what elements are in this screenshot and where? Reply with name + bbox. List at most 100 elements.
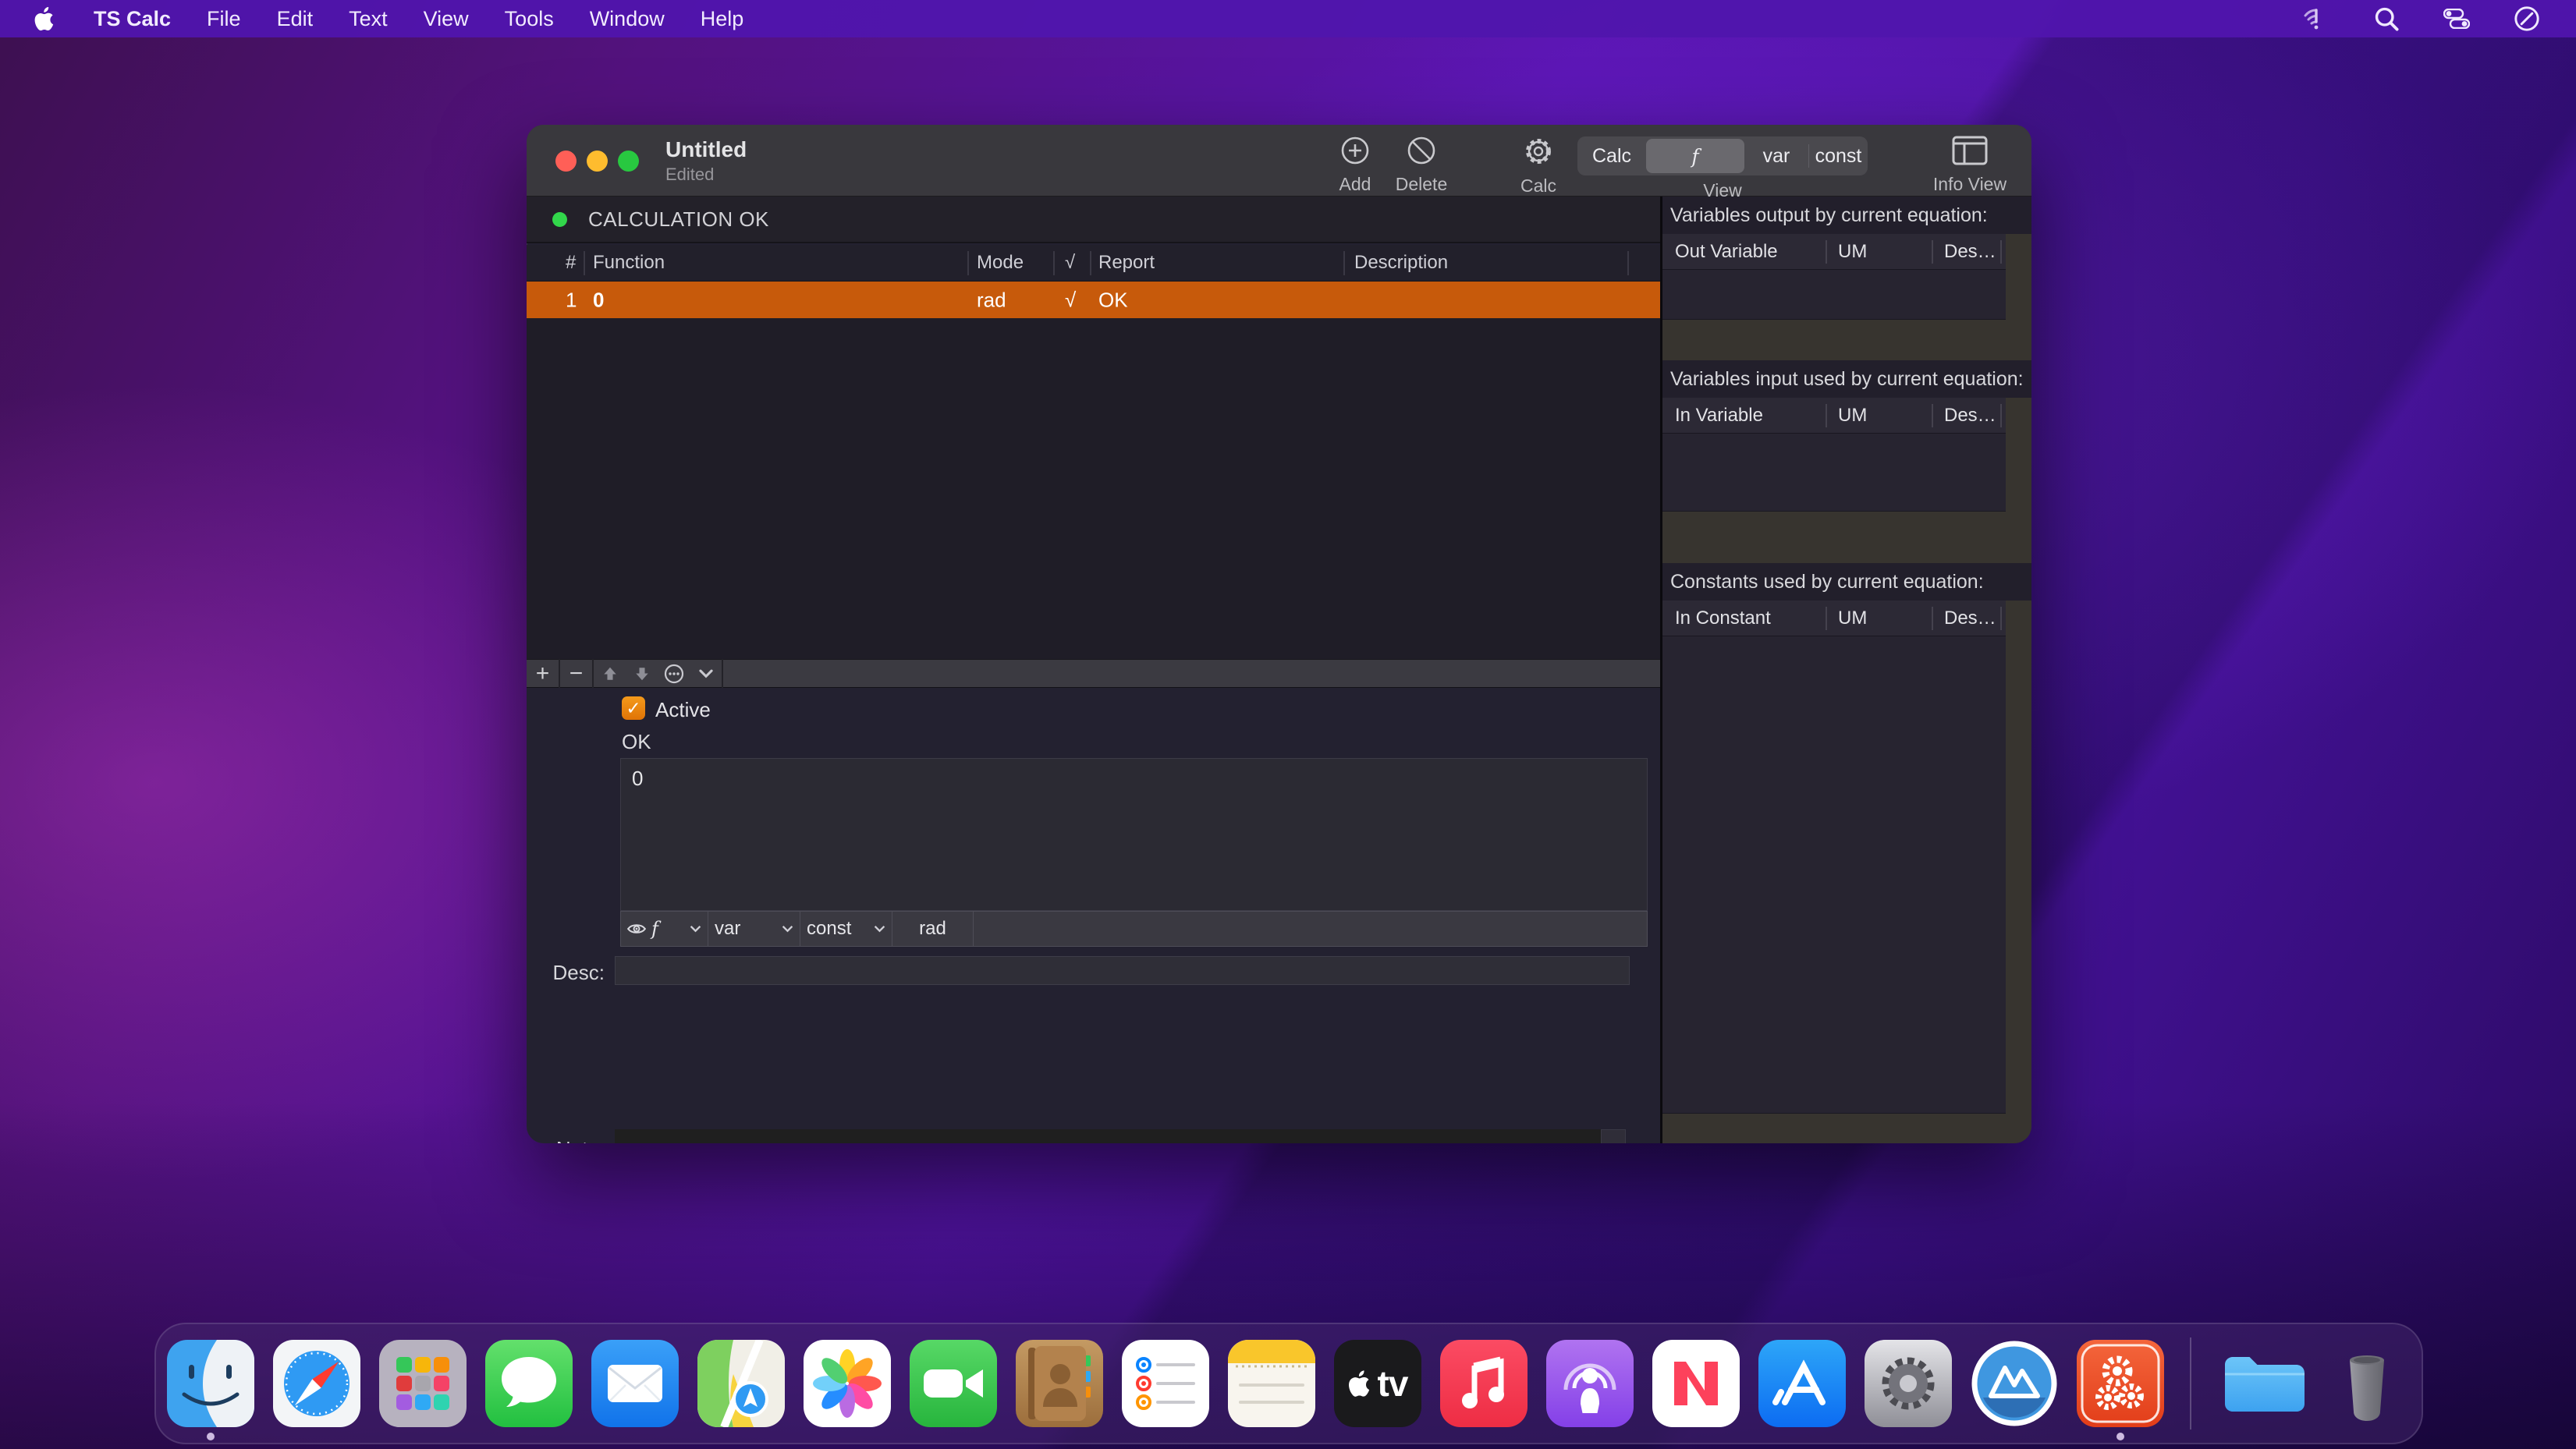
dock-item-photos[interactable] — [804, 1340, 891, 1427]
col-header-function[interactable]: Function — [593, 252, 665, 274]
dock-item-ts-calc[interactable] — [2077, 1340, 2164, 1427]
segment-const[interactable]: const — [1809, 136, 1868, 175]
zoom-button[interactable] — [618, 151, 639, 172]
note-textarea[interactable] — [615, 1129, 1601, 1143]
dock-item-mail[interactable] — [591, 1340, 679, 1427]
more-actions-button[interactable] — [658, 659, 690, 688]
dock-item-messages[interactable] — [485, 1340, 573, 1427]
function-table-header: # Function Mode √ Report Description — [527, 245, 1660, 282]
calc-button[interactable]: Calc — [1492, 135, 1585, 197]
active-checkbox[interactable]: ✓ — [622, 696, 645, 720]
col-header-report[interactable]: Report — [1098, 252, 1155, 274]
col-des[interactable]: Des… — [1944, 608, 1996, 629]
clock-icon[interactable] — [2514, 5, 2540, 32]
segment-var[interactable]: var — [1744, 136, 1808, 175]
column-divider — [1932, 607, 1933, 630]
dock-item-apple-tv[interactable]: tv — [1334, 1340, 1421, 1427]
col-in-variable[interactable]: In Variable — [1675, 405, 1763, 427]
status-ok-dot-icon — [552, 212, 567, 227]
const-select-value: const — [807, 918, 851, 940]
var-select-value: var — [715, 918, 740, 940]
col-um[interactable]: UM — [1838, 405, 1867, 427]
column-divider — [2000, 404, 2002, 427]
out-variables-heading: Variables output by current equation: — [1662, 197, 2031, 234]
function-insert-select[interactable]: f — [620, 911, 708, 947]
calculation-status-bar: CALCULATION OK — [527, 197, 1660, 243]
col-header-check[interactable]: √ — [1065, 252, 1075, 274]
column-divider — [2000, 240, 2002, 264]
actions-chevron-down-icon[interactable] — [690, 659, 722, 688]
equation-list-toolbar: + − — [527, 659, 1660, 688]
calculation-status-text: CALCULATION OK — [588, 207, 769, 232]
chevron-down-icon — [690, 925, 701, 933]
add-row-button[interactable]: + — [527, 659, 559, 688]
col-header-mode[interactable]: Mode — [977, 252, 1024, 274]
constants-body — [1662, 636, 2006, 1114]
menu-item-file[interactable]: File — [207, 7, 241, 31]
info-view-button[interactable]: Info View — [1911, 135, 2028, 195]
dock-item-system-settings[interactable] — [1865, 1340, 1952, 1427]
col-in-constant[interactable]: In Constant — [1675, 608, 1771, 629]
expression-input[interactable]: 0 — [620, 758, 1648, 911]
col-des[interactable]: Des… — [1944, 241, 1996, 263]
column-divider — [1826, 404, 1827, 427]
segment-f-selected[interactable]: f — [1646, 139, 1744, 173]
menu-item-window[interactable]: Window — [590, 7, 665, 31]
active-label: Active — [655, 698, 711, 722]
dock-item-reminders[interactable] — [1122, 1340, 1209, 1427]
dock-item-maps[interactable] — [697, 1340, 785, 1427]
dock-item-mountain-app[interactable] — [1971, 1340, 2058, 1427]
table-row-selected[interactable]: 1 0 rad √ OK — [527, 282, 1660, 318]
menu-item-view[interactable]: View — [424, 7, 469, 31]
remove-row-button[interactable]: − — [560, 659, 592, 688]
col-header-description[interactable]: Description — [1354, 252, 1448, 274]
angle-mode-button[interactable]: rad — [892, 911, 974, 947]
col-des[interactable]: Des… — [1944, 405, 1996, 427]
desc-input[interactable] — [615, 956, 1630, 985]
control-center-icon[interactable] — [2443, 5, 2470, 32]
menu-item-text[interactable]: Text — [349, 7, 388, 31]
variable-insert-select[interactable]: var — [708, 911, 800, 947]
chevron-down-icon — [782, 925, 793, 933]
equation-editor: ✓ Active OK 0 f var const rad — [527, 688, 1660, 1143]
dock-item-contacts[interactable] — [1016, 1340, 1103, 1427]
dock-item-facetime[interactable] — [910, 1340, 997, 1427]
menu-app-name[interactable]: TS Calc — [94, 7, 171, 31]
dock-item-news[interactable] — [1652, 1340, 1740, 1427]
menu-item-edit[interactable]: Edit — [277, 7, 314, 31]
menu-item-help[interactable]: Help — [701, 7, 744, 31]
col-out-variable[interactable]: Out Variable — [1675, 241, 1778, 263]
insert-selectors-row: f var const rad — [620, 911, 1648, 947]
col-um[interactable]: UM — [1838, 241, 1867, 263]
dock-item-finder[interactable] — [167, 1340, 254, 1427]
segment-calc[interactable]: Calc — [1577, 136, 1646, 175]
dock-item-launchpad[interactable] — [379, 1340, 467, 1427]
delete-label: Delete — [1396, 174, 1447, 195]
title-bar[interactable]: Untitled Edited Add Delete Calc Calc f v… — [527, 125, 2031, 197]
col-header-num[interactable]: # — [566, 252, 576, 274]
menu-item-tools[interactable]: Tools — [505, 7, 554, 31]
dock-item-trash[interactable] — [2323, 1340, 2411, 1427]
column-divider — [1932, 404, 1933, 427]
dock-item-notes[interactable] — [1228, 1340, 1315, 1427]
move-up-button[interactable] — [594, 659, 626, 688]
constant-insert-select[interactable]: const — [800, 911, 892, 947]
search-icon[interactable] — [2373, 5, 2400, 32]
move-down-button[interactable] — [626, 659, 658, 688]
ts-calc-window: Untitled Edited Add Delete Calc Calc f v… — [527, 125, 2031, 1143]
dock-item-music[interactable] — [1440, 1340, 1528, 1427]
wifi-warning-icon[interactable] — [2303, 5, 2329, 32]
note-scrollbar[interactable] — [1601, 1129, 1626, 1143]
col-um[interactable]: UM — [1838, 608, 1867, 629]
close-button[interactable] — [555, 151, 577, 172]
menu-bar: TS Calc File Edit Text View Tools Window… — [0, 0, 2576, 37]
dock-item-app-store[interactable] — [1758, 1340, 1846, 1427]
dock-item-folder[interactable] — [2217, 1340, 2305, 1427]
apple-menu-icon[interactable] — [34, 5, 58, 33]
delete-button[interactable]: Delete — [1375, 135, 1468, 195]
minimize-button[interactable] — [587, 151, 608, 172]
dock-item-podcasts[interactable] — [1546, 1340, 1634, 1427]
info-view-label: Info View — [1933, 174, 2007, 195]
dock-item-safari[interactable] — [273, 1340, 360, 1427]
chevron-down-icon — [874, 925, 885, 933]
